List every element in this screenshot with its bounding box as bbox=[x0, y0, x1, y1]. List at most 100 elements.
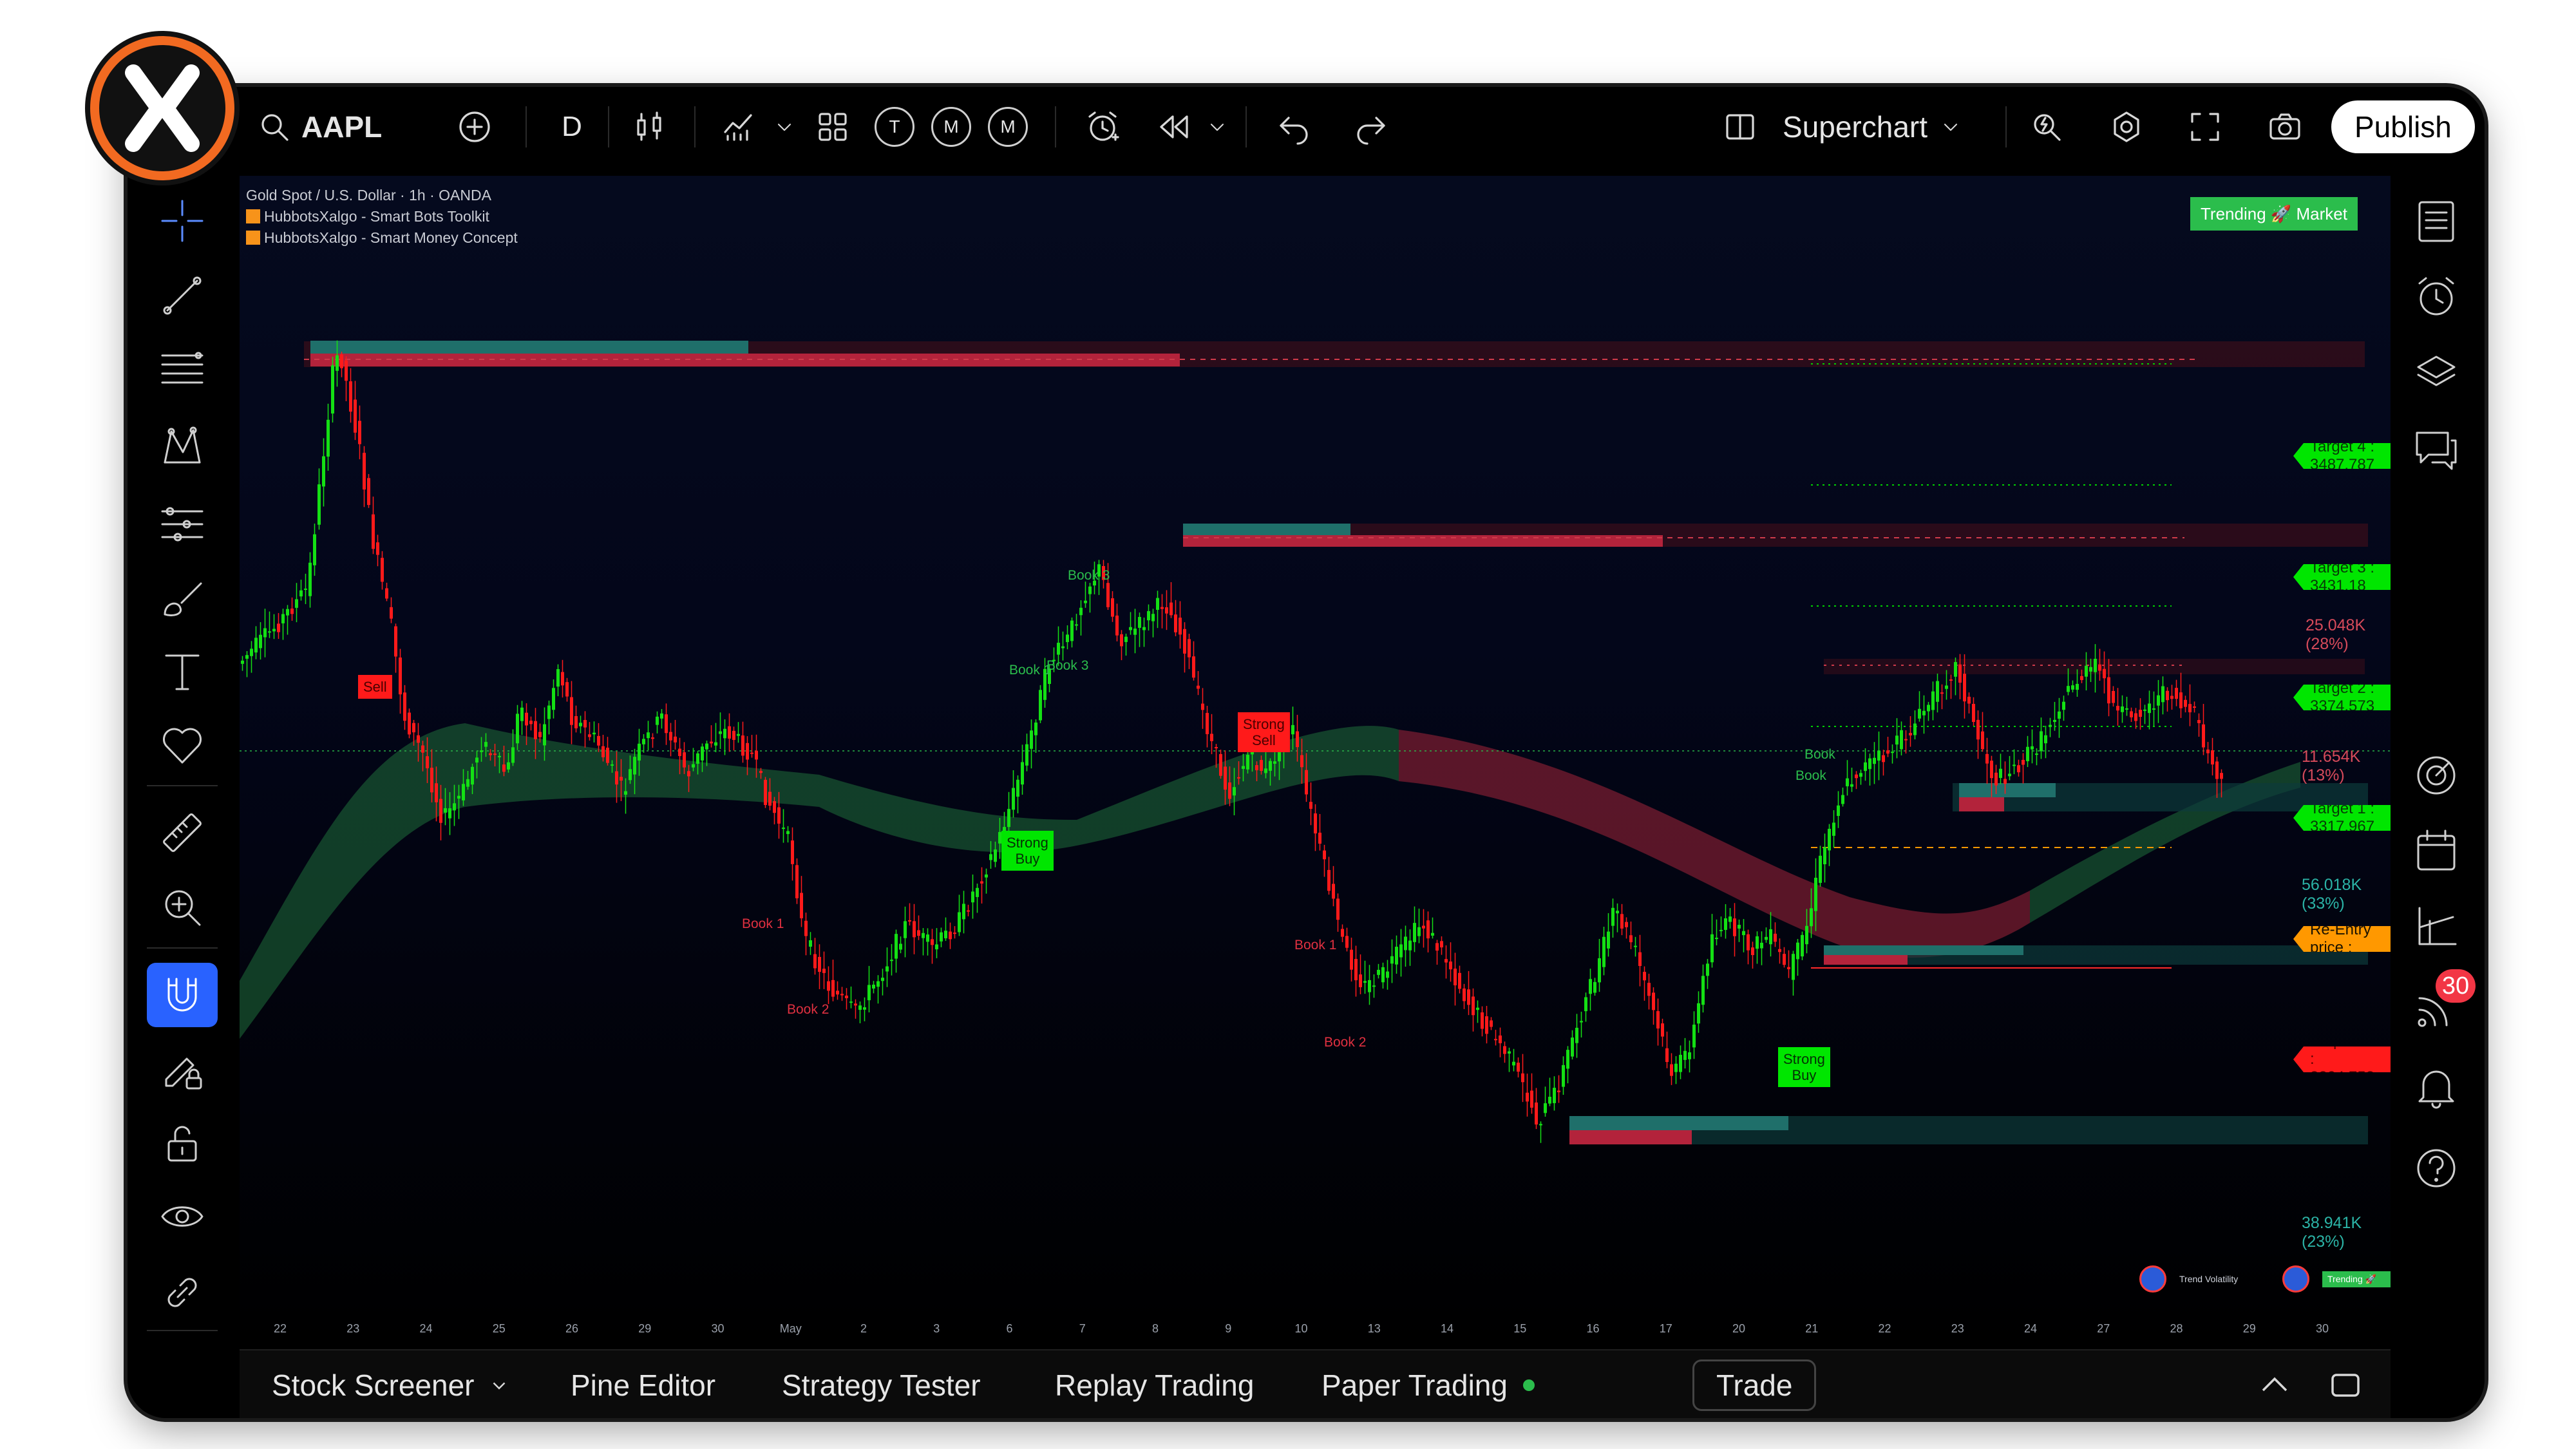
layout-name: Superchart bbox=[1783, 110, 1928, 144]
replay-button[interactable] bbox=[1151, 87, 1197, 167]
ruler-icon bbox=[163, 813, 202, 852]
chart-legend: Gold Spot / U.S. Dollar · 1h · OANDA Hub… bbox=[246, 185, 518, 249]
zoom-tool[interactable] bbox=[147, 875, 218, 940]
layout-name-button[interactable]: Superchart bbox=[1783, 87, 1962, 167]
indicators-button[interactable] bbox=[714, 87, 765, 167]
trade-tab[interactable]: Trade bbox=[1692, 1350, 1817, 1418]
time-axis-label: 28 bbox=[2170, 1322, 2183, 1335]
watchlist-button[interactable] bbox=[2401, 186, 2472, 257]
tab-label: Stock Screener bbox=[272, 1368, 475, 1402]
bottom-panel: Stock Screener Pine Editor Strategy Test… bbox=[240, 1349, 2391, 1418]
news-button[interactable]: 30 bbox=[2401, 969, 2476, 1044]
compare-button[interactable] bbox=[452, 87, 497, 167]
fib-tool[interactable] bbox=[147, 337, 218, 401]
time-axis-label: 25 bbox=[492, 1322, 506, 1335]
legend-indicator-1[interactable]: HubbotsXalgo - Smart Bots Toolkit bbox=[246, 206, 518, 227]
lock-drawings-tool[interactable] bbox=[147, 1111, 218, 1175]
text-tool[interactable] bbox=[147, 639, 218, 704]
time-axis[interactable]: 22 23 24 25 26 29 30 May 2 3 6 7 8 9 10 13 14 15 16 17 20 21 2… bbox=[240, 1317, 2391, 1345]
undo-icon bbox=[1280, 117, 1308, 145]
layout-toggle-button[interactable] bbox=[1714, 87, 1766, 167]
hide-drawings-tool[interactable] bbox=[147, 1184, 218, 1249]
hotlists-button[interactable] bbox=[2401, 740, 2472, 811]
magnet-tool[interactable] bbox=[147, 963, 218, 1027]
chart-canvas[interactable]: Gold Spot / U.S. Dollar · 1h · OANDA Hub… bbox=[240, 176, 2391, 1345]
redo-button[interactable] bbox=[1349, 87, 1394, 167]
target-3-tag: Target 3 : 3431.18 bbox=[2293, 564, 2391, 590]
undo-button[interactable] bbox=[1271, 87, 1316, 167]
layouts-button[interactable] bbox=[810, 87, 855, 167]
time-axis-label: 30 bbox=[711, 1322, 724, 1335]
quick-search-button[interactable] bbox=[2021, 87, 2072, 167]
trendline-tool[interactable] bbox=[147, 263, 218, 328]
tab-label: Replay Trading bbox=[1055, 1368, 1255, 1402]
object-tree-button[interactable] bbox=[2401, 338, 2472, 409]
alert-button[interactable] bbox=[1077, 87, 1128, 167]
eye-icon bbox=[161, 1206, 204, 1227]
calendar-button[interactable] bbox=[2401, 816, 2472, 887]
layers-icon bbox=[2417, 355, 2456, 386]
fullscreen-button[interactable] bbox=[2179, 87, 2231, 167]
time-axis-label: 30 bbox=[2315, 1322, 2329, 1335]
chart-type-button[interactable] bbox=[627, 87, 672, 167]
tab-label: Pine Editor bbox=[571, 1368, 716, 1402]
alarm-clock-icon bbox=[2418, 277, 2454, 316]
link-tool[interactable] bbox=[147, 1260, 218, 1325]
book-label: Book bbox=[1795, 768, 1826, 783]
time-axis-label: 23 bbox=[1951, 1322, 1964, 1335]
paper-trading-tab[interactable]: Paper Trading bbox=[1321, 1350, 1535, 1418]
data-window-button[interactable] bbox=[2401, 892, 2472, 963]
help-button[interactable] bbox=[2401, 1133, 2472, 1204]
replay-trading-tab[interactable]: Replay Trading bbox=[1055, 1350, 1254, 1418]
favorites-tool[interactable] bbox=[147, 713, 218, 777]
zone-label-3: 56.018K (33%) bbox=[2302, 876, 2362, 913]
template-m1-circle: M bbox=[931, 107, 971, 147]
measure-tool[interactable] bbox=[147, 800, 218, 865]
symbol-search[interactable]: AAPL bbox=[256, 87, 382, 167]
chats-button[interactable] bbox=[2401, 414, 2472, 485]
entry-tag: Entry / Re-Entry price : 3261 bbox=[2293, 926, 2391, 952]
template-t-button[interactable]: T bbox=[872, 87, 917, 167]
forecast-tool[interactable] bbox=[147, 491, 218, 556]
legend-title: Gold Spot / U.S. Dollar · 1h · OANDA bbox=[246, 187, 491, 204]
divider bbox=[147, 1330, 218, 1331]
snapshot-button[interactable] bbox=[2259, 87, 2311, 167]
fullscreen-icon bbox=[2191, 113, 2219, 141]
template-m1-button[interactable]: M bbox=[929, 87, 974, 167]
chevron-down-icon bbox=[493, 1381, 506, 1390]
calendar-icon bbox=[2417, 829, 2456, 871]
pine-editor-tab[interactable]: Pine Editor bbox=[571, 1350, 715, 1418]
settings-button[interactable] bbox=[2101, 87, 2152, 167]
stock-screener-tab[interactable]: Stock Screener bbox=[272, 1350, 510, 1418]
time-axis-label: 17 bbox=[1659, 1322, 1672, 1335]
stay-drawing-tool[interactable] bbox=[147, 1037, 218, 1102]
signal-line-1: Strong bbox=[1243, 716, 1285, 732]
time-axis-label: 20 bbox=[1732, 1322, 1746, 1335]
collapse-panel-button[interactable] bbox=[2249, 1350, 2300, 1418]
gear-icon bbox=[2114, 111, 2139, 142]
notifications-button[interactable] bbox=[2401, 1052, 2472, 1122]
indicators-dropdown[interactable] bbox=[772, 87, 797, 167]
crosshair-tool[interactable] bbox=[147, 189, 218, 253]
unlock-icon bbox=[167, 1126, 197, 1162]
publish-button[interactable]: Publish bbox=[2331, 87, 2475, 167]
interval-button[interactable]: D bbox=[553, 87, 591, 167]
time-axis-label: 22 bbox=[273, 1322, 287, 1335]
tab-label: Trade bbox=[1692, 1359, 1817, 1411]
split-panel-icon bbox=[1726, 114, 1754, 140]
indicator-color-swatch bbox=[246, 209, 260, 223]
strategy-tester-tab[interactable]: Strategy Tester bbox=[782, 1350, 981, 1418]
alerts-button[interactable] bbox=[2401, 262, 2472, 333]
trendline-icon bbox=[163, 276, 202, 315]
trending-market-badge: Trending 🚀 Market bbox=[2190, 197, 2358, 231]
legend-indicator-2[interactable]: HubbotsXalgo - Smart Money Concept bbox=[246, 227, 518, 249]
template-t-circle: T bbox=[875, 107, 914, 147]
replay-dropdown[interactable] bbox=[1204, 87, 1230, 167]
signal-line-2: Sell bbox=[1252, 732, 1276, 748]
brush-tool[interactable] bbox=[147, 566, 218, 630]
pattern-tool[interactable] bbox=[147, 414, 218, 478]
template-m2-button[interactable]: M bbox=[985, 87, 1030, 167]
maximize-panel-button[interactable] bbox=[2320, 1350, 2371, 1418]
text-icon bbox=[165, 654, 200, 690]
strong-sell-signal: Strong Sell bbox=[1238, 712, 1290, 752]
